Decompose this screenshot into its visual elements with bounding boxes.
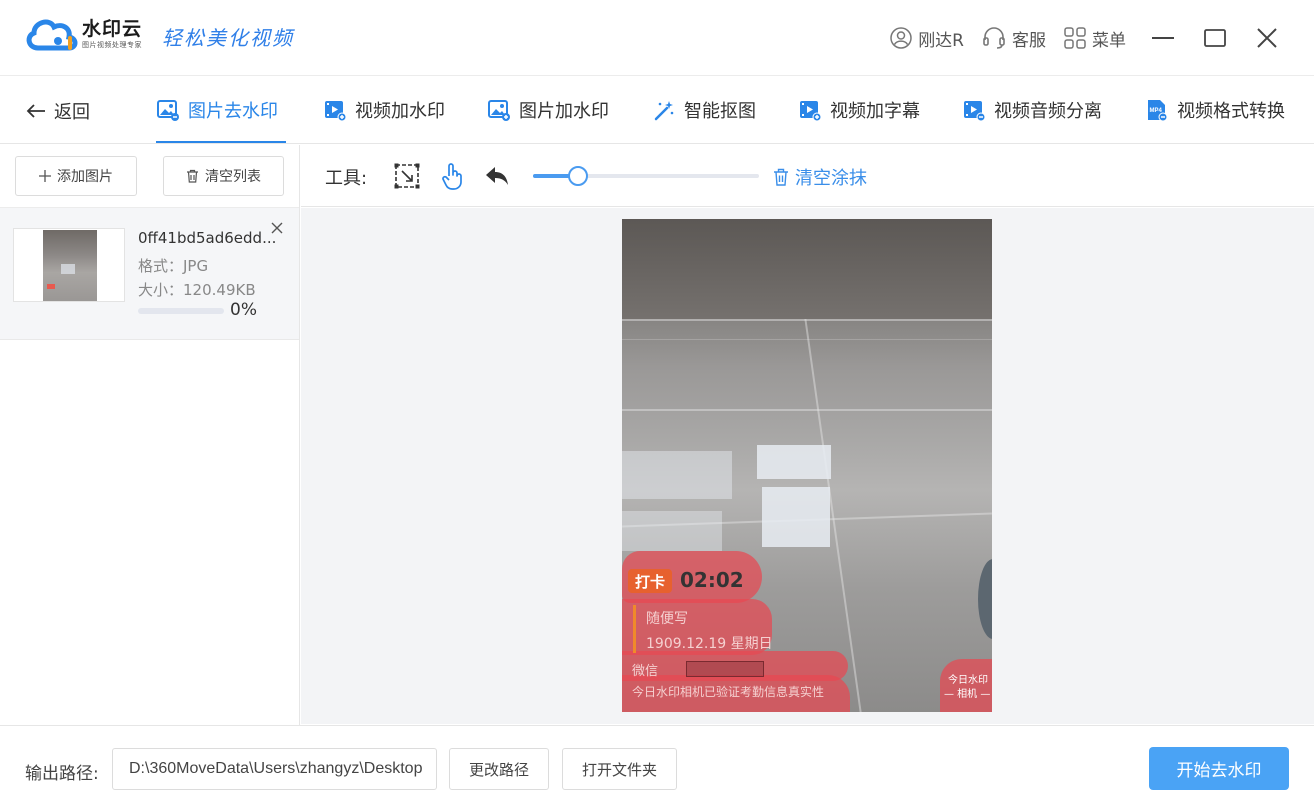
image-canvas[interactable]: 打卡 02:02 随便写 1909.12.19 星期日 微信 今日水印相机已验证…	[301, 208, 1314, 724]
user-name: 刚达R	[918, 30, 964, 51]
title-bar: 水印云 图片视频处理专家 轻松美化视频 刚达R 客服 菜单	[0, 0, 1314, 76]
back-button[interactable]: 返回	[26, 98, 90, 124]
app-name: 水印云	[82, 18, 143, 40]
tab-label: 视频音频分离	[994, 101, 1102, 122]
tab-image-add-watermark[interactable]: 图片加水印	[488, 96, 609, 124]
minimize-icon	[1152, 37, 1174, 39]
menu-label: 菜单	[1092, 30, 1126, 51]
magic-wand-icon	[654, 101, 674, 121]
hand-pointer-icon	[442, 163, 462, 190]
minimize-button[interactable]	[1144, 19, 1182, 57]
video-audio-icon	[964, 101, 985, 121]
watermark-verify: 今日水印相机已验证考勤信息真实性	[632, 685, 825, 699]
maximize-icon	[1204, 29, 1226, 47]
add-image-button[interactable]: 添加图片	[15, 156, 137, 196]
clear-smear-button[interactable]: 清空涂抹	[773, 164, 867, 190]
trash-icon	[187, 169, 198, 183]
grid-menu-icon	[1064, 27, 1086, 49]
app-logo: 水印云 图片视频处理专家	[24, 14, 142, 54]
close-button[interactable]	[1248, 19, 1286, 57]
image-add-icon	[488, 100, 510, 121]
app-slogan: 轻松美化视频	[162, 26, 294, 50]
user-icon	[890, 27, 912, 49]
video-add-icon	[325, 101, 346, 121]
arrow-left-icon	[26, 104, 45, 118]
remove-file-button[interactable]	[270, 220, 286, 236]
image-remove-icon	[157, 100, 179, 121]
undo-icon	[486, 167, 508, 185]
user-account[interactable]: 刚达R	[890, 26, 964, 51]
tab-label: 视频格式转换	[1177, 101, 1285, 122]
tab-video-add-watermark[interactable]: 视频加水印	[324, 96, 445, 124]
headset-icon	[983, 27, 1005, 49]
file-list-panel: 添加图片 清空列表 0ff41bd5ad6edd... 格式：JPG 大小：12…	[0, 145, 300, 725]
tab-label: 图片去水印	[188, 101, 278, 122]
video-subtitle-icon	[800, 101, 821, 121]
clear-smear-label: 清空涂抹	[795, 168, 867, 189]
watermark-corner-2: — 相机 —	[944, 689, 991, 700]
app-subtitle: 图片视频处理专家	[82, 41, 142, 49]
progress-bar	[138, 308, 224, 314]
svg-text:MP4: MP4	[1150, 108, 1163, 114]
watermark-time: 02:02	[680, 568, 744, 592]
tab-video-format-convert[interactable]: MP4 视频格式转换	[1146, 96, 1285, 124]
output-path-field[interactable]: D:\360MoveData\Users\zhangyz\Desktop	[112, 748, 437, 790]
tools-label: 工具:	[325, 168, 368, 189]
close-icon	[1257, 28, 1277, 48]
file-format: 格式：JPG	[138, 257, 209, 275]
plus-icon	[39, 170, 51, 182]
tab-image-remove-watermark[interactable]: 图片去水印	[157, 96, 278, 124]
back-label: 返回	[54, 102, 90, 123]
open-folder-button[interactable]: 打开文件夹	[562, 748, 677, 790]
tool-bar: 工具: 清空涂抹	[301, 145, 1314, 207]
slider-handle[interactable]	[568, 166, 589, 186]
file-name: 0ff41bd5ad6edd...	[138, 229, 277, 247]
customer-service[interactable]: 客服	[982, 26, 1046, 51]
output-bar: 输出路径: D:\360MoveData\Users\zhangyz\Deskt…	[0, 725, 1314, 810]
preview-image[interactable]: 打卡 02:02 随便写 1909.12.19 星期日 微信 今日水印相机已验证…	[622, 219, 992, 712]
progress-text: 0%	[230, 300, 257, 320]
file-thumbnail	[13, 228, 125, 302]
watermark-note: 随便写	[646, 611, 688, 627]
tab-video-audio-separate[interactable]: 视频音频分离	[963, 96, 1102, 124]
watermark-badge: 打卡	[628, 569, 672, 593]
add-image-label: 添加图片	[57, 169, 113, 185]
brush-size-slider[interactable]	[533, 166, 759, 186]
function-tabs: 返回 图片去水印 视频加水印 图片加水印 智能抠图 视频加字幕 视频音频分离 M…	[0, 77, 1314, 144]
tab-label: 图片加水印	[519, 101, 609, 122]
clear-list-label: 清空列表	[205, 169, 261, 185]
maximize-button[interactable]	[1196, 19, 1234, 57]
menu-button[interactable]: 菜单	[1064, 26, 1126, 51]
resize-select-icon	[394, 163, 420, 189]
undo-button[interactable]	[483, 162, 511, 190]
cloud-logo-icon	[24, 14, 80, 54]
watermark-date: 1909.12.19 星期日	[646, 636, 773, 652]
tab-video-add-subtitle[interactable]: 视频加字幕	[799, 96, 920, 124]
watermark-wechat: 微信	[632, 664, 659, 679]
tab-label: 视频加字幕	[830, 101, 920, 122]
clear-list-button[interactable]: 清空列表	[163, 156, 284, 196]
tab-smart-cutout[interactable]: 智能抠图	[653, 96, 756, 124]
start-remove-watermark-button[interactable]: 开始去水印	[1149, 747, 1289, 790]
service-label: 客服	[1012, 30, 1046, 51]
mp4-file-icon: MP4	[1148, 100, 1168, 121]
active-tab-indicator	[156, 141, 286, 143]
change-path-button[interactable]: 更改路径	[449, 748, 549, 790]
watermark-corner-1: 今日水印	[948, 675, 988, 686]
close-icon	[271, 222, 283, 234]
file-size: 大小：120.49KB	[138, 281, 256, 299]
hand-tool[interactable]	[439, 162, 467, 190]
trash-icon	[774, 168, 788, 186]
tab-label: 视频加水印	[355, 101, 445, 122]
file-list-item[interactable]: 0ff41bd5ad6edd... 格式：JPG 大小：120.49KB 0%	[0, 208, 299, 340]
tab-label: 智能抠图	[684, 101, 756, 122]
output-path-label: 输出路径:	[25, 764, 99, 784]
select-rect-tool[interactable]	[393, 162, 421, 190]
